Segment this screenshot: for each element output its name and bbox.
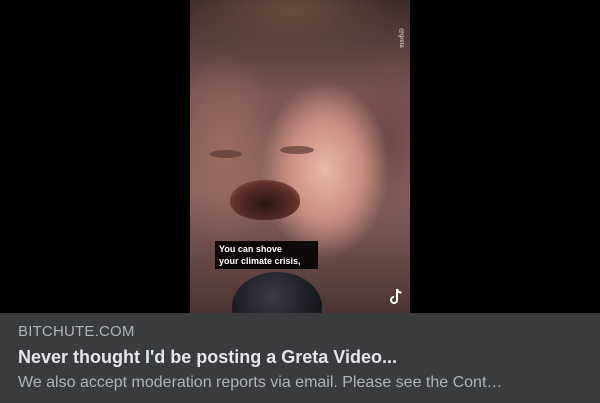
tiktok-icon [390, 288, 402, 304]
video-image-mouth [230, 180, 300, 220]
link-preview-footer[interactable]: BITCHUTE.COM Never thought I'd be postin… [0, 313, 600, 403]
link-description: We also accept moderation reports via em… [18, 374, 503, 391]
video-image-hair [190, 0, 410, 70]
link-domain: BITCHUTE.COM [18, 323, 135, 340]
tiktok-watermark-text: @greta [398, 28, 404, 48]
link-preview-card[interactable]: @greta You can shove your climate crisis… [0, 0, 600, 403]
video-thumbnail[interactable]: @greta You can shove your climate crisis… [0, 0, 600, 313]
video-caption-line: your climate crisis, [219, 256, 301, 266]
video-frame: @greta You can shove your climate crisis… [190, 0, 410, 313]
video-caption: You can shove your climate crisis, [215, 241, 318, 269]
video-image-microphone [232, 272, 322, 313]
link-title[interactable]: Never thought I'd be posting a Greta Vid… [18, 346, 582, 368]
video-image-eye-left [210, 150, 242, 158]
video-image-eye-right [280, 146, 314, 154]
video-caption-line: You can shove [219, 244, 282, 254]
